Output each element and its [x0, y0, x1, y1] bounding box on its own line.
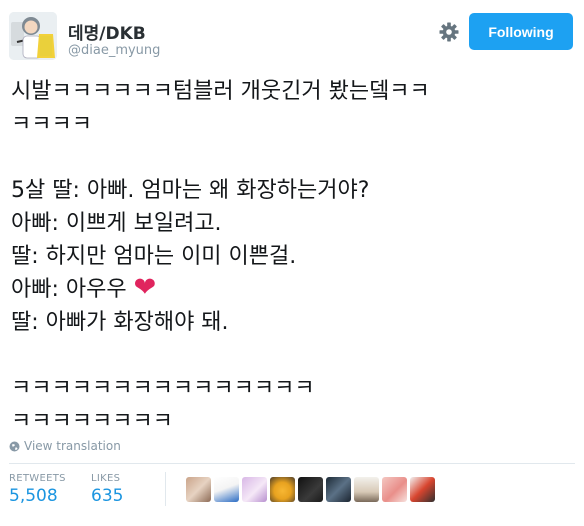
liker-avatar[interactable] [186, 477, 211, 502]
tweet-line-with-emoji: 아빠: 아우우 ❤ [11, 273, 576, 306]
liker-avatar[interactable] [382, 477, 407, 502]
view-translation-link[interactable]: View translation [9, 439, 121, 453]
view-translation-label: View translation [24, 439, 121, 453]
tweet-line: 5살 딸: 아빠. 엄마는 왜 화장하는거야? [11, 178, 370, 203]
liker-avatar[interactable] [298, 477, 323, 502]
liker-avatar[interactable] [242, 477, 267, 502]
liker-avatar[interactable] [270, 477, 295, 502]
liker-avatar[interactable] [214, 477, 239, 502]
heart-icon: ❤ [133, 272, 157, 303]
user-handle[interactable]: @diae_myung [68, 43, 160, 58]
divider [9, 463, 575, 464]
avatar[interactable] [9, 12, 57, 60]
liker-avatar[interactable] [354, 477, 379, 502]
tweet-line: ㅋㅋㅋㅋㅋㅋㅋㅋㅋㅋㅋㅋㅋㅋㅋ [11, 376, 315, 401]
likes-label: LIKES [91, 473, 121, 484]
display-name[interactable]: 데명/DKB [68, 19, 146, 44]
tweet-line: 딸: 아빠가 화장해야 돼. [11, 310, 229, 335]
tweet-line: 딸: 하지만 엄마는 이미 이쁜걸. [11, 244, 297, 269]
liker-avatar[interactable] [326, 477, 351, 502]
tweet-line: 아빠: 아우우 [11, 277, 127, 302]
globe-icon [9, 441, 20, 451]
tweet-line: 아빠: 이쁘게 보일려고. [11, 211, 222, 236]
liker-avatar[interactable] [410, 477, 435, 502]
stats-separator [165, 472, 166, 506]
tweet-text: 시발ㅋㅋㅋㅋㅋㅋ텀블러 개웃긴거 봤는뎈ㅋㅋ ㅋㅋㅋㅋ 5살 딸: 아빠. 엄마… [11, 75, 576, 438]
gear-icon [439, 22, 459, 42]
settings-button[interactable] [437, 20, 461, 44]
tweet-line: 시발ㅋㅋㅋㅋㅋㅋ텀블러 개웃긴거 봤는뎈ㅋㅋ [11, 79, 430, 104]
retweets-count[interactable]: 5,508 [9, 486, 58, 506]
tweet-line: ㅋㅋㅋㅋㅋㅋㅋㅋ [11, 409, 173, 434]
liker-avatars [186, 477, 435, 502]
following-button[interactable]: Following [469, 13, 573, 50]
likes-count[interactable]: 635 [91, 486, 123, 506]
tweet-line: ㅋㅋㅋㅋ [11, 112, 92, 137]
retweets-label: RETWEETS [9, 473, 66, 484]
